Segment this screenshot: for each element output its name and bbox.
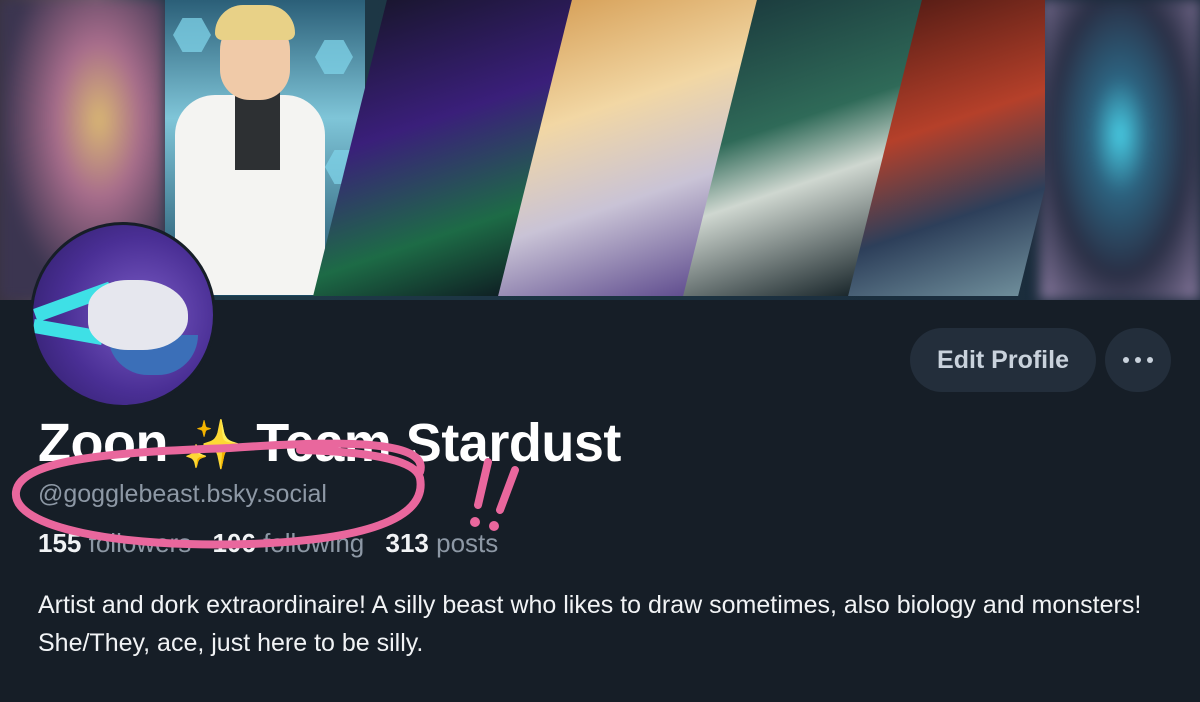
profile-display-name: Zoon ✨ Team Stardust [38,412,621,474]
profile-handle: @gogglebeast.bsky.social [38,480,327,508]
edit-profile-label: Edit Profile [937,345,1069,374]
edit-profile-button[interactable]: Edit Profile [910,328,1096,392]
profile-stats: 155 followers 106 following 313 posts [38,528,498,559]
following-label: following [263,528,365,558]
followers-link[interactable]: 155 followers [38,528,191,558]
posts-count: 313 [385,528,429,558]
followers-count: 155 [38,528,82,558]
display-name-rest: Team Stardust [256,413,621,473]
annotation-exclaim-dot-1 [470,517,480,527]
more-dots-icon [1123,357,1153,363]
posts-label: posts [436,528,499,558]
following-link[interactable]: 106 following [212,528,364,558]
more-options-button[interactable] [1105,328,1171,392]
posts-stat: 313 posts [385,528,498,558]
banner-artwork [165,0,1045,296]
banner-blur-right [1040,0,1200,300]
display-name-first: Zoon [38,413,168,473]
profile-bio: Artist and dork extraordinaire! A silly … [38,591,1142,657]
following-count: 106 [212,528,256,558]
sparkles-icon: ✨ [182,419,242,472]
followers-label: followers [88,528,192,558]
annotation-exclaim-2 [496,466,519,514]
profile-avatar[interactable] [30,222,216,408]
